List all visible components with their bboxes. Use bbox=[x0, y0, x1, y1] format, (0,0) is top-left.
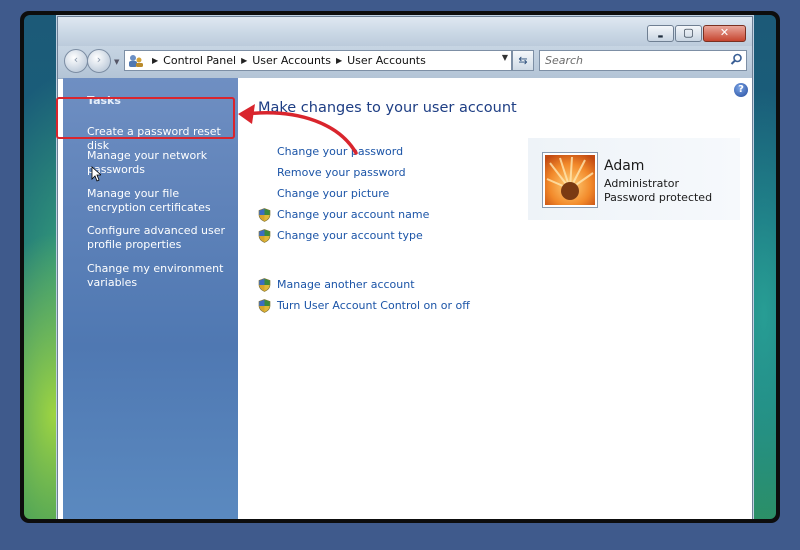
window-controls: ▬ ▢ ✕ bbox=[647, 25, 746, 42]
back-arrow-icon: ‹ bbox=[73, 53, 79, 66]
breadcrumb-user-accounts-current[interactable]: User Accounts bbox=[347, 54, 426, 67]
link-change-account-type[interactable]: Change your account type bbox=[277, 229, 423, 242]
link-turn-uac-on-off[interactable]: Turn User Account Control on or off bbox=[277, 299, 470, 312]
uac-shield-icon bbox=[258, 208, 271, 222]
flower-picture-icon bbox=[545, 155, 595, 205]
user-role: Administrator bbox=[604, 177, 679, 190]
refresh-icon: ⇆ bbox=[518, 54, 528, 67]
help-icon[interactable]: ? bbox=[734, 83, 748, 97]
minimize-button[interactable]: ▬ bbox=[647, 25, 674, 42]
forward-arrow-icon: › bbox=[96, 53, 102, 66]
avatar[interactable] bbox=[542, 152, 598, 208]
back-button[interactable]: ‹ bbox=[64, 49, 88, 73]
screenshot-frame: ▬ ▢ ✕ ‹ › ▼ ▶ Control Panel ▶ User Accou… bbox=[20, 11, 780, 523]
breadcrumb-separator-icon: ▶ bbox=[241, 56, 248, 65]
user-account-card: Adam Administrator Password protected bbox=[528, 138, 740, 220]
page-title: Make changes to your user account bbox=[258, 100, 517, 116]
task-manage-file-encryption-certificates[interactable]: Manage your file encryption certificates bbox=[87, 187, 227, 215]
recent-pages-dropdown-icon[interactable]: ▼ bbox=[114, 58, 119, 66]
minimize-icon: ▬ bbox=[657, 33, 664, 40]
desktop-background: ▬ ▢ ✕ ‹ › ▼ ▶ Control Panel ▶ User Accou… bbox=[24, 15, 776, 519]
breadcrumb-user-accounts[interactable]: User Accounts bbox=[252, 54, 331, 67]
search-box[interactable]: Search bbox=[539, 50, 747, 71]
close-icon: ✕ bbox=[719, 26, 730, 39]
breadcrumb-control-panel[interactable]: Control Panel bbox=[163, 54, 236, 67]
uac-shield-icon bbox=[258, 299, 271, 313]
mouse-cursor-icon bbox=[91, 166, 101, 182]
breadcrumb-separator-icon: ▶ bbox=[152, 56, 159, 65]
control-panel-icon bbox=[129, 54, 143, 67]
main-content: ? Make changes to your user account Chan… bbox=[238, 78, 752, 519]
refresh-button[interactable]: ⇆ bbox=[512, 50, 534, 71]
task-change-environment-variables[interactable]: Change my environment variables bbox=[87, 262, 227, 290]
address-dropdown-icon[interactable]: ▼ bbox=[502, 53, 508, 62]
breadcrumb-separator-icon: ▶ bbox=[335, 56, 343, 65]
link-manage-another-account[interactable]: Manage another account bbox=[277, 278, 415, 291]
link-change-password[interactable]: Change your password bbox=[277, 145, 403, 158]
uac-shield-icon bbox=[258, 278, 271, 292]
search-placeholder: Search bbox=[545, 54, 584, 67]
uac-shield-icon bbox=[258, 229, 271, 243]
password-status: Password protected bbox=[604, 191, 713, 204]
link-remove-password[interactable]: Remove your password bbox=[277, 166, 406, 179]
navigation-bar: ‹ › ▼ ▶ Control Panel ▶ User Accounts ▶ … bbox=[58, 46, 752, 79]
close-button[interactable]: ✕ bbox=[703, 25, 746, 42]
search-icon[interactable] bbox=[730, 53, 743, 66]
address-bar[interactable]: ▶ Control Panel ▶ User Accounts ▶ User A… bbox=[124, 50, 512, 71]
link-change-account-name[interactable]: Change your account name bbox=[277, 208, 429, 221]
maximize-icon: ▢ bbox=[683, 26, 694, 39]
annotation-highlight-box bbox=[56, 97, 235, 139]
task-manage-network-passwords[interactable]: Manage your network passwords bbox=[87, 149, 227, 177]
task-configure-advanced-user-profile[interactable]: Configure advanced user profile properti… bbox=[87, 224, 227, 252]
link-change-picture[interactable]: Change your picture bbox=[277, 187, 389, 200]
forward-button[interactable]: › bbox=[87, 49, 111, 73]
title-bar: ▬ ▢ ✕ bbox=[58, 17, 752, 46]
user-name: Adam bbox=[604, 158, 645, 174]
maximize-button[interactable]: ▢ bbox=[675, 25, 702, 42]
control-panel-window: ▬ ▢ ✕ ‹ › ▼ ▶ Control Panel ▶ User Accou… bbox=[57, 16, 753, 519]
tasks-pane: Tasks Create a password reset disk Manag… bbox=[63, 78, 238, 519]
